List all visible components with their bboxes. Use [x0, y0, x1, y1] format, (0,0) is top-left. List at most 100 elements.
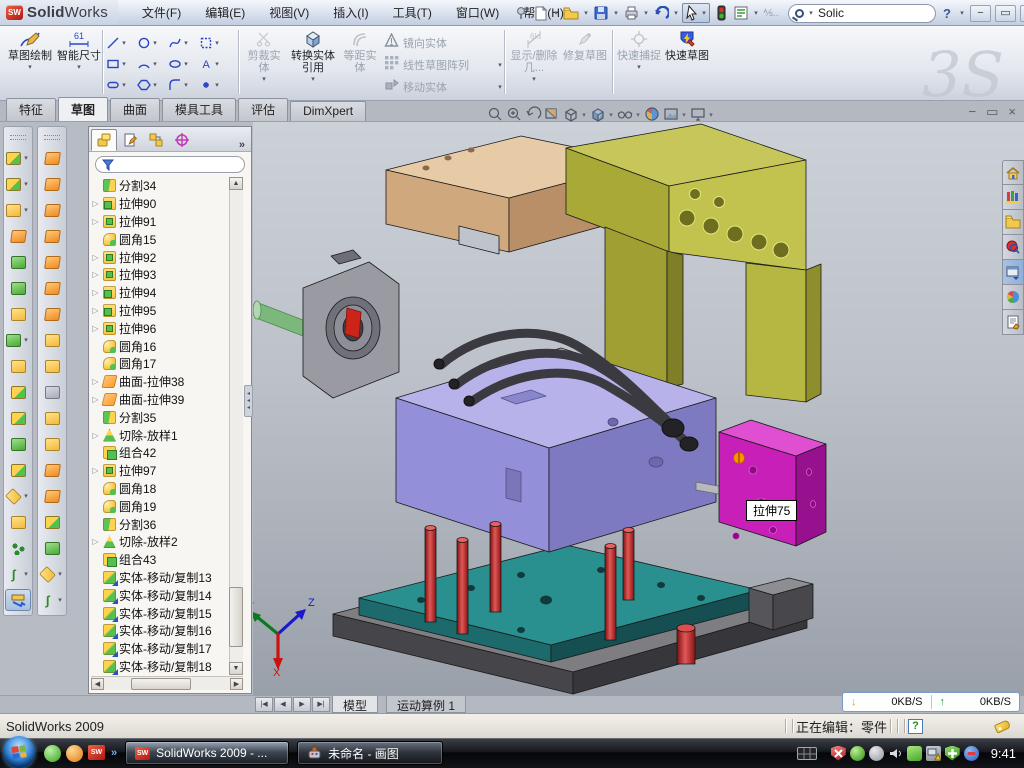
tree-item[interactable]: ▷曲面-拉伸39 — [91, 391, 227, 409]
taskpane-tab-file-explorer[interactable] — [1002, 210, 1024, 235]
window-minimize-button[interactable]: − — [970, 5, 991, 22]
text-button[interactable]: A▾ — [199, 53, 230, 74]
sketch-button[interactable]: 草图绘制▾ — [6, 29, 54, 71]
expand-arrow-icon[interactable]: ▷ — [91, 217, 100, 226]
tab-first-button[interactable]: |◀ — [255, 697, 273, 712]
move-entities-button[interactable]: 移动实体 ▾ — [384, 77, 447, 96]
panel-splitter-handle[interactable]: ◂◂◂ — [244, 385, 253, 417]
move-copy-body-button[interactable] — [5, 459, 31, 481]
expand-arrow-icon[interactable]: ▷ — [91, 270, 100, 279]
thicken-button[interactable] — [39, 355, 65, 377]
tree-item[interactable]: 圆角18 — [91, 480, 227, 498]
doc-tab-model[interactable]: 模型 — [332, 696, 378, 713]
expand-arrow-icon[interactable]: ▷ — [91, 537, 100, 546]
undo-icon[interactable] — [652, 4, 670, 22]
tree-item[interactable]: 组合43 — [91, 551, 227, 569]
display-style-button[interactable]: ▾ — [590, 106, 615, 123]
revolved-surface-button[interactable] — [39, 173, 65, 195]
panel-tabs-overflow[interactable]: » — [239, 139, 251, 151]
boundary-surface-button[interactable] — [39, 251, 65, 273]
panel-tab-dimxpertmanager[interactable] — [169, 129, 195, 151]
tree-scroll-right-button[interactable]: ▶ — [230, 678, 243, 690]
toolbar-overflow-icon[interactable]: ⅍.. — [762, 4, 780, 22]
status-help-icon[interactable]: ? — [908, 719, 923, 734]
extrude-boss-button[interactable]: ▾ — [5, 147, 31, 169]
pattern-dropdown[interactable]: ▾ — [496, 61, 504, 69]
assembly-model[interactable] — [253, 122, 1024, 695]
polygon-button[interactable]: ▾ — [137, 74, 168, 95]
open-file-icon[interactable] — [562, 4, 580, 22]
section-view-button[interactable] — [544, 106, 561, 123]
tab-surfaces[interactable]: 曲面 — [110, 98, 160, 121]
mirror-entities-button[interactable]: 镜向实体 — [384, 33, 447, 52]
tree-item[interactable]: ▷切除-放样2 — [91, 533, 227, 551]
taskpane-tab-view-palette[interactable] — [1002, 260, 1024, 285]
rapid-sketch-button[interactable]: 快速草图 — [664, 29, 710, 62]
dome-button[interactable] — [39, 537, 65, 559]
hole-wizard-dropdown[interactable]: ▾ — [22, 336, 30, 344]
expand-arrow-icon[interactable]: ▷ — [91, 199, 100, 208]
menu-view[interactable]: 视图(V) — [257, 0, 321, 25]
tree-item[interactable]: ▷拉伸97 — [91, 462, 227, 480]
menu-tools[interactable]: 工具(T) — [381, 0, 444, 25]
print-icon[interactable] — [622, 4, 640, 22]
tree-item[interactable]: 实体-移动/复制16 — [91, 622, 227, 640]
reference-geometry-2-button[interactable]: ▾ — [39, 563, 65, 585]
line-button[interactable]: ▾ — [106, 32, 137, 53]
trim-entities-button[interactable]: 剪裁实体▾ — [243, 29, 285, 83]
display-delete-relations-button[interactable]: 6k 显示/删除几...▾ — [508, 29, 560, 83]
circle-button[interactable]: ▾ — [137, 32, 168, 53]
search-input[interactable]: Solic — [818, 6, 844, 20]
panel-tab-propertymanager[interactable] — [117, 129, 143, 151]
quicklaunch-launcher-icon[interactable] — [66, 745, 83, 762]
print-dropdown[interactable]: ▾ — [642, 9, 650, 17]
new-file-icon[interactable] — [532, 4, 550, 22]
apply-scene-button[interactable]: ▾ — [663, 106, 688, 123]
show-errors-icon[interactable] — [712, 4, 730, 22]
edit-appearance-button[interactable] — [644, 106, 661, 123]
options-dropdown[interactable]: ▾ — [752, 9, 760, 17]
expand-arrow-icon[interactable]: ▷ — [91, 253, 100, 262]
tab-last-button[interactable]: ▶| — [312, 697, 330, 712]
zoom-to-fit-button[interactable] — [487, 106, 504, 123]
move-dropdown[interactable]: ▾ — [496, 83, 504, 91]
tray-sync-blue-icon[interactable] — [964, 746, 979, 761]
draft-button[interactable] — [5, 303, 31, 325]
tree-scroll-down-button[interactable]: ▼ — [229, 662, 243, 675]
menu-file[interactable]: 文件(F) — [130, 0, 193, 25]
linear-sketch-pattern-button[interactable]: 线性草图阵列 ▾ — [384, 55, 469, 74]
hole-wizard-button[interactable]: ▾ — [5, 329, 31, 351]
tree-item[interactable]: 分割36 — [91, 515, 227, 533]
save-icon[interactable] — [592, 4, 610, 22]
document-restore-button[interactable]: ▭ — [986, 104, 998, 120]
tray-antivirus-red-icon[interactable] — [831, 746, 846, 761]
pin-icon[interactable] — [512, 4, 530, 22]
spline-button[interactable]: ▾ — [168, 32, 199, 53]
plane-button[interactable] — [5, 511, 31, 533]
swept-boss-button[interactable] — [5, 225, 31, 247]
feature-tree-filter[interactable] — [95, 156, 245, 173]
select-region-button[interactable]: ▾ — [199, 32, 230, 53]
expand-arrow-icon[interactable]: ▷ — [91, 377, 100, 386]
taskpane-tab-resources[interactable] — [1002, 160, 1024, 185]
select-tool-button[interactable]: ▾ — [682, 3, 710, 23]
save-dropdown[interactable]: ▾ — [612, 9, 620, 17]
tree-item[interactable]: ▷切除-放样1 — [91, 426, 227, 444]
model-side-clamp[interactable] — [253, 250, 399, 398]
task-paint[interactable]: 未命名 - 画图 — [297, 741, 443, 765]
language-keyboard-icon[interactable] — [797, 747, 817, 760]
extruded-surface-button[interactable] — [39, 199, 65, 221]
expand-arrow-icon[interactable]: ▷ — [91, 306, 100, 315]
tree-item[interactable]: 实体-移动/复制14 — [91, 586, 227, 604]
taskpane-tab-custom-properties[interactable] — [1002, 310, 1024, 335]
axis-button[interactable] — [5, 537, 31, 559]
linear-pattern-button[interactable] — [5, 251, 31, 273]
curve-button[interactable]: ʃ▾ — [5, 563, 31, 585]
tree-hscroll-thumb[interactable] — [131, 678, 191, 690]
sketch-dropdown[interactable]: ▾ — [26, 63, 34, 71]
expand-arrow-icon[interactable]: ▷ — [91, 288, 100, 297]
expand-arrow-icon[interactable]: ▷ — [91, 431, 100, 440]
view-settings-button[interactable]: ▾ — [690, 106, 715, 123]
tree-item[interactable]: 实体-移动/复制17 — [91, 640, 227, 658]
menu-edit[interactable]: 编辑(E) — [193, 0, 257, 25]
